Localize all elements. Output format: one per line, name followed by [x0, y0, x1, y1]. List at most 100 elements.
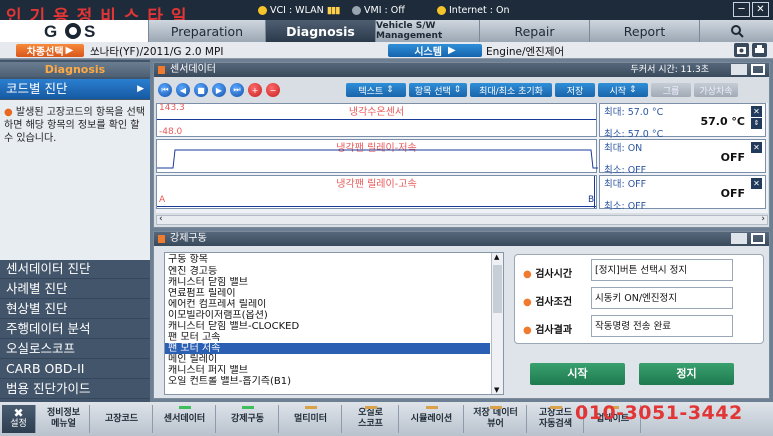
value-max: 최대: OFF [604, 179, 647, 190]
zoom-out-icon[interactable]: − [266, 83, 280, 97]
sidebar-info-area: ● 발생된 고장코드의 항목을 선택하면 해당 항목의 정보를 확인 할 수 있… [0, 100, 150, 260]
list-item[interactable]: 캐니스터 닫힘 밸브-CLOCKED [165, 321, 490, 332]
reset-minmax-button[interactable]: 최대/최소 초기화 [470, 83, 552, 97]
scroll-down-icon[interactable]: ▼ [494, 386, 499, 394]
sidebar-item-code-diagnosis[interactable]: 코드별 진단 ▶ [0, 79, 150, 99]
scroll-up-icon[interactable]: ▲ [494, 253, 499, 261]
app-window: VCI : WLAN ▮▮▮ VMI : Off Internet : On ─… [0, 0, 773, 436]
test-result-value: 작동명령 전송 완료 [591, 315, 733, 337]
force-item-list: 구동 항목 엔진 경고등 캐니스터 닫힘 밸브 연료펌프 릴레이 에어컨 컴프레… [164, 252, 504, 395]
sensor-panel-header: 센서데이터 두커서 시간: 11.3초 [154, 63, 769, 77]
list-item-selected[interactable]: 팬 모터 저속 [165, 343, 490, 354]
vehicle-bar: 차종선택 ▶ 쏘나타(YF)/2011/G 2.0 MPI 시스템 ▶ Engine… [0, 42, 773, 59]
test-cond-label: ● 검사조건 [523, 297, 573, 308]
vmi-status: VMI : Off [352, 3, 405, 17]
list-item[interactable]: 에어컨 컴프레셔 릴레이 [165, 299, 490, 310]
force-start-button[interactable]: 시작 [530, 363, 625, 385]
text-view-button[interactable]: 텍스트 ⇕ [346, 83, 406, 97]
bottom-simulation-button[interactable]: 시뮬레이션 [400, 405, 464, 433]
save-button[interactable]: 저장 [555, 83, 595, 97]
value-current: OFF [720, 187, 745, 200]
list-item[interactable]: 팬 모터 고속 [165, 332, 490, 343]
force-stop-button[interactable]: 정지 [639, 363, 734, 385]
list-item[interactable]: 캐니스터 퍼지 밸브 [165, 365, 490, 376]
next-icon[interactable]: ⏭ [230, 83, 244, 97]
list-item[interactable]: 메인 릴레이 [165, 354, 490, 365]
zoom-in-icon[interactable]: + [248, 83, 262, 97]
bottom-multimeter-button[interactable]: 멀티미터 [280, 405, 342, 433]
bottom-sensor-button[interactable]: 센서데이터 [154, 405, 216, 433]
vmi-dot-icon [352, 5, 361, 15]
vehicle-select-button[interactable]: 차종선택 ▶ [16, 44, 84, 58]
close-icon[interactable]: ✕ [751, 178, 762, 189]
scroll-thumb[interactable] [493, 265, 502, 313]
unit-toggle-icon[interactable]: ⇕ [751, 118, 762, 129]
value-max: 최대: ON [604, 143, 643, 154]
list-item[interactable]: 엔진 경고등 [165, 266, 490, 277]
led-icon [304, 406, 317, 409]
cursor-a-label: A [159, 195, 166, 205]
virtual-speed-button[interactable]: 가상차속 [694, 83, 738, 97]
sidebar-item-oscilloscope[interactable]: 오실로스코프 [0, 339, 150, 359]
sidebar-item-driving-data[interactable]: 주행데이터 분석 [0, 319, 150, 339]
maximize-icon[interactable] [751, 233, 765, 244]
capture-icon[interactable] [731, 233, 747, 244]
list-item[interactable]: 이모빌라이저램프(옵션) [165, 310, 490, 321]
graph-coolant-temp: 냉각수온센서 143.3 -48.0 [156, 103, 597, 137]
scroll-left-icon[interactable]: ‹ [159, 214, 163, 224]
list-item[interactable]: 캐니스터 닫힘 밸브 [165, 277, 490, 288]
prev-icon[interactable]: ◀ [176, 83, 190, 97]
sidebar-item-general-guide[interactable]: 범용 진단가이드 [0, 379, 150, 399]
print-button[interactable] [752, 43, 767, 57]
system-value: Engine/엔진제어 [486, 46, 565, 58]
settings-button[interactable]: ✖ 설정 [2, 405, 36, 433]
sidebar-item-sensor-data[interactable]: 센서데이터 진단 [0, 259, 150, 279]
bottom-force-button[interactable]: 강제구동 [217, 405, 279, 433]
tab-diagnosis[interactable]: Diagnosis [265, 20, 375, 42]
bottom-saved-data-button[interactable]: 저장 데이터 뷰어 [465, 405, 527, 433]
list-item[interactable]: 오일 컨트롤 밸브-흡기측(B1) [165, 376, 490, 387]
test-time-value: [정지]버튼 선택시 정지 [591, 259, 733, 281]
item-select-button[interactable]: 항목 선택 ⇕ [409, 83, 467, 97]
search-button[interactable] [699, 20, 773, 42]
capture-icon[interactable] [731, 64, 747, 75]
cursor-b-line[interactable] [594, 176, 595, 208]
play-icon[interactable]: ▶ [212, 83, 226, 97]
maximize-icon[interactable] [751, 64, 765, 75]
force-panel-header: 강제구동 [154, 232, 769, 246]
vci-dot-icon [258, 5, 267, 15]
camera-button[interactable] [734, 43, 749, 57]
list-item[interactable]: 연료펌프 릴레이 [165, 288, 490, 299]
graph-fan-low: 냉각팬 릴레이-저속 [156, 139, 598, 173]
first-icon[interactable]: ⏮ [158, 83, 172, 97]
stop-icon[interactable]: ■ [194, 83, 208, 97]
system-select-button[interactable]: 시스템 ▶ [388, 44, 482, 58]
phone-overlay: 010-3051-3442 [575, 402, 743, 424]
test-cond-value: 시동키 ON/엔진정지 [591, 287, 733, 309]
bottom-oscilloscope-button[interactable]: 오실로 스코프 [343, 405, 399, 433]
svg-text:G: G [44, 22, 57, 41]
list-scrollbar[interactable]: ▲ ▼ [491, 253, 503, 394]
close-button[interactable]: ✕ [752, 2, 769, 17]
group-button[interactable]: 그룹 [651, 83, 691, 97]
tab-vehicle-sw-management[interactable]: Vehicle S/W Management [375, 20, 479, 42]
minimize-button[interactable]: ─ [733, 2, 750, 17]
internet-dot-icon [437, 5, 446, 15]
sidebar-item-case[interactable]: 사례별 진단 [0, 279, 150, 299]
close-icon[interactable]: ✕ [751, 106, 762, 117]
svg-text:S: S [84, 22, 95, 41]
info-text: ● 발생된 고장코드의 항목을 선택하면 해당 항목의 정보를 확인 할 수 있… [4, 107, 146, 144]
tab-repair[interactable]: Repair [479, 20, 589, 42]
start-button[interactable]: 시작 ⇕ [598, 83, 648, 97]
tab-report[interactable]: Report [589, 20, 699, 42]
bottom-dtc-button[interactable]: 고장코드 [91, 405, 153, 433]
sidebar-item-carb-obd[interactable]: CARB OBD-II [0, 359, 150, 379]
close-icon[interactable]: ✕ [751, 142, 762, 153]
tab-preparation[interactable]: Preparation [148, 20, 265, 42]
bottom-manual-button[interactable]: 정비정보 메뉴얼 [38, 405, 90, 433]
scroll-right-icon[interactable]: › [761, 214, 765, 224]
sidebar-item-symptom[interactable]: 현상별 진단 [0, 299, 150, 319]
panel-marker-icon [158, 66, 165, 74]
graph-scrollbar[interactable]: ‹ › [156, 214, 768, 225]
arrow-right-icon: ▶ [65, 45, 74, 56]
